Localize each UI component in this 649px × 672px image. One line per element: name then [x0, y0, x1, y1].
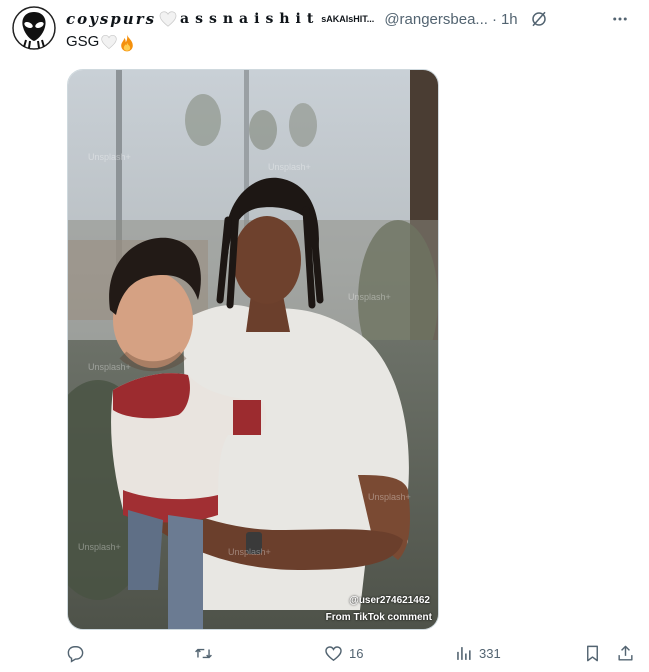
more-icon[interactable] [609, 8, 631, 30]
author-handle[interactable]: @rangersbea... [384, 11, 488, 28]
tweet-photo[interactable]: Unsplash+ Unsplash+ Unsplash+ Unsplash+ … [67, 69, 439, 630]
author-name-suffix[interactable]: sAKAIsHIT... [321, 14, 374, 24]
svg-text:Unsplash+: Unsplash+ [88, 362, 131, 372]
white-heart-icon [159, 11, 177, 27]
share-button[interactable] [616, 644, 635, 663]
photo-watermark-source: From TikTok comment [325, 612, 432, 623]
author-name-spaced[interactable]: assnaishit [180, 11, 319, 27]
view-count: 331 [479, 646, 501, 661]
svg-text:Unsplash+: Unsplash+ [268, 162, 311, 172]
bookmark-button[interactable] [583, 644, 602, 663]
views-icon [457, 647, 471, 660]
photo-watermark-user: @user274621462 [349, 595, 430, 606]
svg-text:Unsplash+: Unsplash+ [78, 542, 121, 552]
tweet-text-body: GSG [66, 33, 100, 50]
author-name[interactable]: coyspurs [66, 10, 156, 28]
like-button[interactable]: 16 [324, 644, 363, 663]
tweet-header: coyspurs assnaishit sAKAIsHIT... @ranger… [66, 8, 631, 30]
tweet-actions: 16 331 [66, 644, 636, 666]
reply-button[interactable] [66, 644, 91, 663]
separator-dot: · [491, 10, 497, 28]
tweet-time[interactable]: 1h [501, 11, 518, 28]
alien-avatar-icon [12, 6, 56, 50]
like-count: 16 [349, 646, 364, 661]
fire-icon [119, 34, 135, 51]
svg-text:Unsplash+: Unsplash+ [348, 292, 391, 302]
white-heart-icon [101, 34, 118, 50]
tweet-text: GSG [66, 33, 135, 51]
reply-icon [67, 646, 84, 663]
svg-text:Unsplash+: Unsplash+ [88, 152, 131, 162]
like-icon [325, 646, 342, 662]
grok-icon[interactable] [530, 10, 548, 28]
avatar[interactable] [12, 6, 56, 50]
svg-text:Unsplash+: Unsplash+ [228, 547, 271, 557]
retweet-icon [195, 648, 212, 659]
retweet-button[interactable] [194, 644, 219, 663]
bookmark-icon [587, 645, 598, 662]
share-icon [618, 645, 633, 661]
views-button[interactable]: 331 [454, 644, 501, 663]
photo-man-holding-child: Unsplash+ Unsplash+ Unsplash+ Unsplash+ … [68, 70, 438, 629]
svg-text:Unsplash+: Unsplash+ [368, 492, 411, 502]
